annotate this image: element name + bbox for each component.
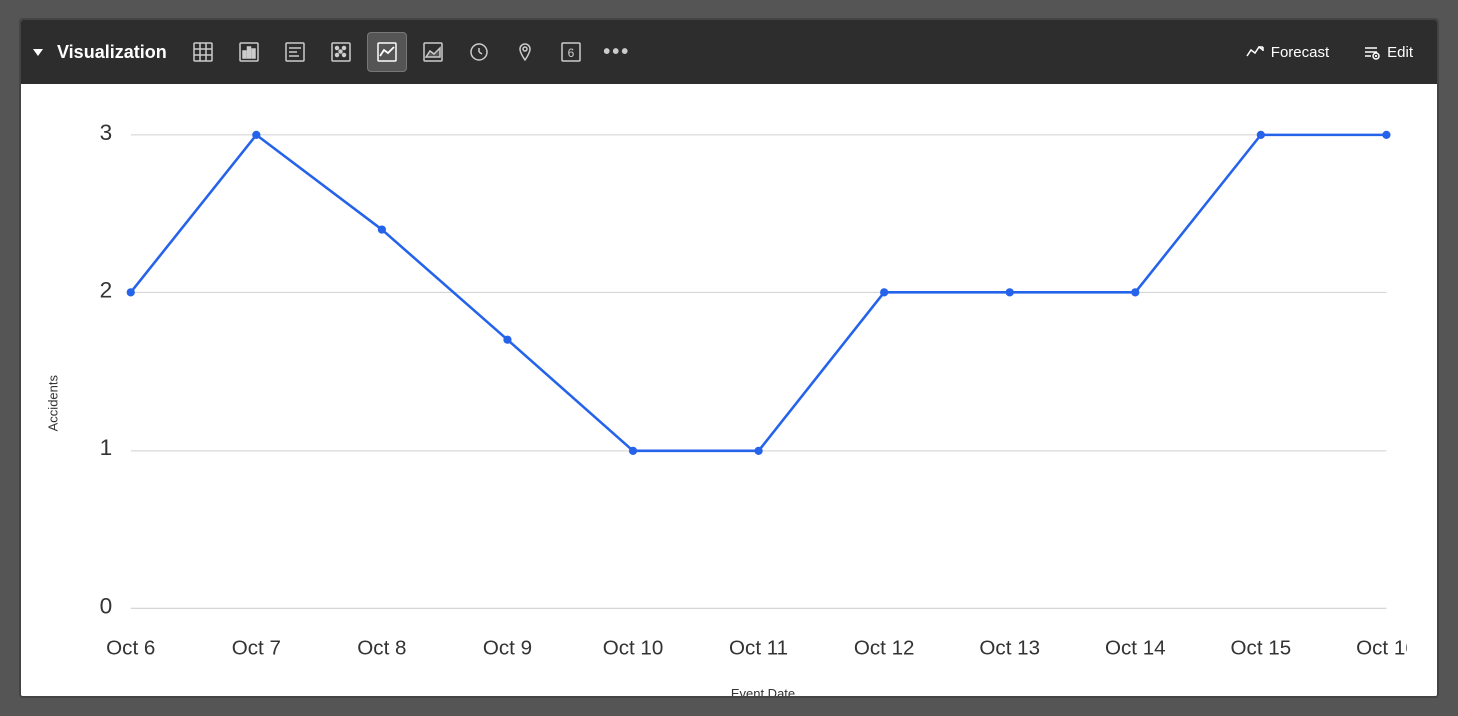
svg-text:Oct 13: Oct 13 — [979, 637, 1040, 660]
line-chart-icon-btn[interactable] — [367, 32, 407, 72]
svg-text:Oct 6: Oct 6 — [106, 637, 155, 660]
toolbar-left: Visualization — [33, 32, 1229, 72]
clock-icon-btn[interactable] — [459, 32, 499, 72]
svg-text:Oct 11: Oct 11 — [729, 637, 788, 660]
table-icon-btn[interactable] — [183, 32, 223, 72]
line-chart-svg: 3 2 1 0 Oct 6 Oct 7 Oct 8 Oct 9 Oct 10 O… — [69, 104, 1407, 680]
svg-text:2: 2 — [100, 277, 113, 302]
chart-inner: 3 2 1 0 Oct 6 Oct 7 Oct 8 Oct 9 Oct 10 O… — [69, 104, 1407, 698]
map-pin-icon-btn[interactable] — [505, 32, 545, 72]
list-icon-btn[interactable] — [275, 32, 315, 72]
chart-area: Accidents 3 2 1 0 — [21, 84, 1437, 698]
visualization-panel: Visualization — [19, 18, 1439, 698]
chevron-down-icon — [33, 43, 47, 61]
svg-text:Oct 12: Oct 12 — [854, 637, 915, 660]
toolbar-right: Forecast Edit — [1233, 36, 1425, 68]
svg-text:Oct 8: Oct 8 — [357, 637, 406, 660]
scatter-icon-btn[interactable] — [321, 32, 361, 72]
number-icon-btn[interactable]: 6 — [551, 32, 591, 72]
panel-title: Visualization — [57, 42, 167, 63]
svg-text:3: 3 — [100, 120, 113, 145]
x-axis-label: Event Date — [69, 686, 1407, 698]
forecast-button[interactable]: Forecast — [1233, 36, 1341, 68]
svg-text:1: 1 — [100, 435, 113, 460]
edit-button[interactable]: Edit — [1349, 36, 1425, 68]
svg-text:Oct 15: Oct 15 — [1231, 637, 1292, 660]
svg-text:Oct 7: Oct 7 — [232, 637, 281, 660]
chart-container: Accidents 3 2 1 0 — [41, 104, 1407, 698]
area-chart-icon-btn[interactable] — [413, 32, 453, 72]
bar-chart-icon-btn[interactable] — [229, 32, 269, 72]
toolbar: Visualization — [21, 20, 1437, 84]
more-icon-btn[interactable]: ••• — [597, 32, 637, 72]
svg-text:0: 0 — [100, 593, 113, 618]
svg-text:Oct 10: Oct 10 — [603, 637, 664, 660]
svg-text:Oct 16: Oct 16 — [1356, 637, 1407, 660]
svg-text:6: 6 — [567, 46, 574, 60]
svg-text:Oct 14: Oct 14 — [1105, 637, 1166, 660]
y-axis-label: Accidents — [41, 104, 65, 698]
svg-text:Oct 9: Oct 9 — [483, 637, 532, 660]
